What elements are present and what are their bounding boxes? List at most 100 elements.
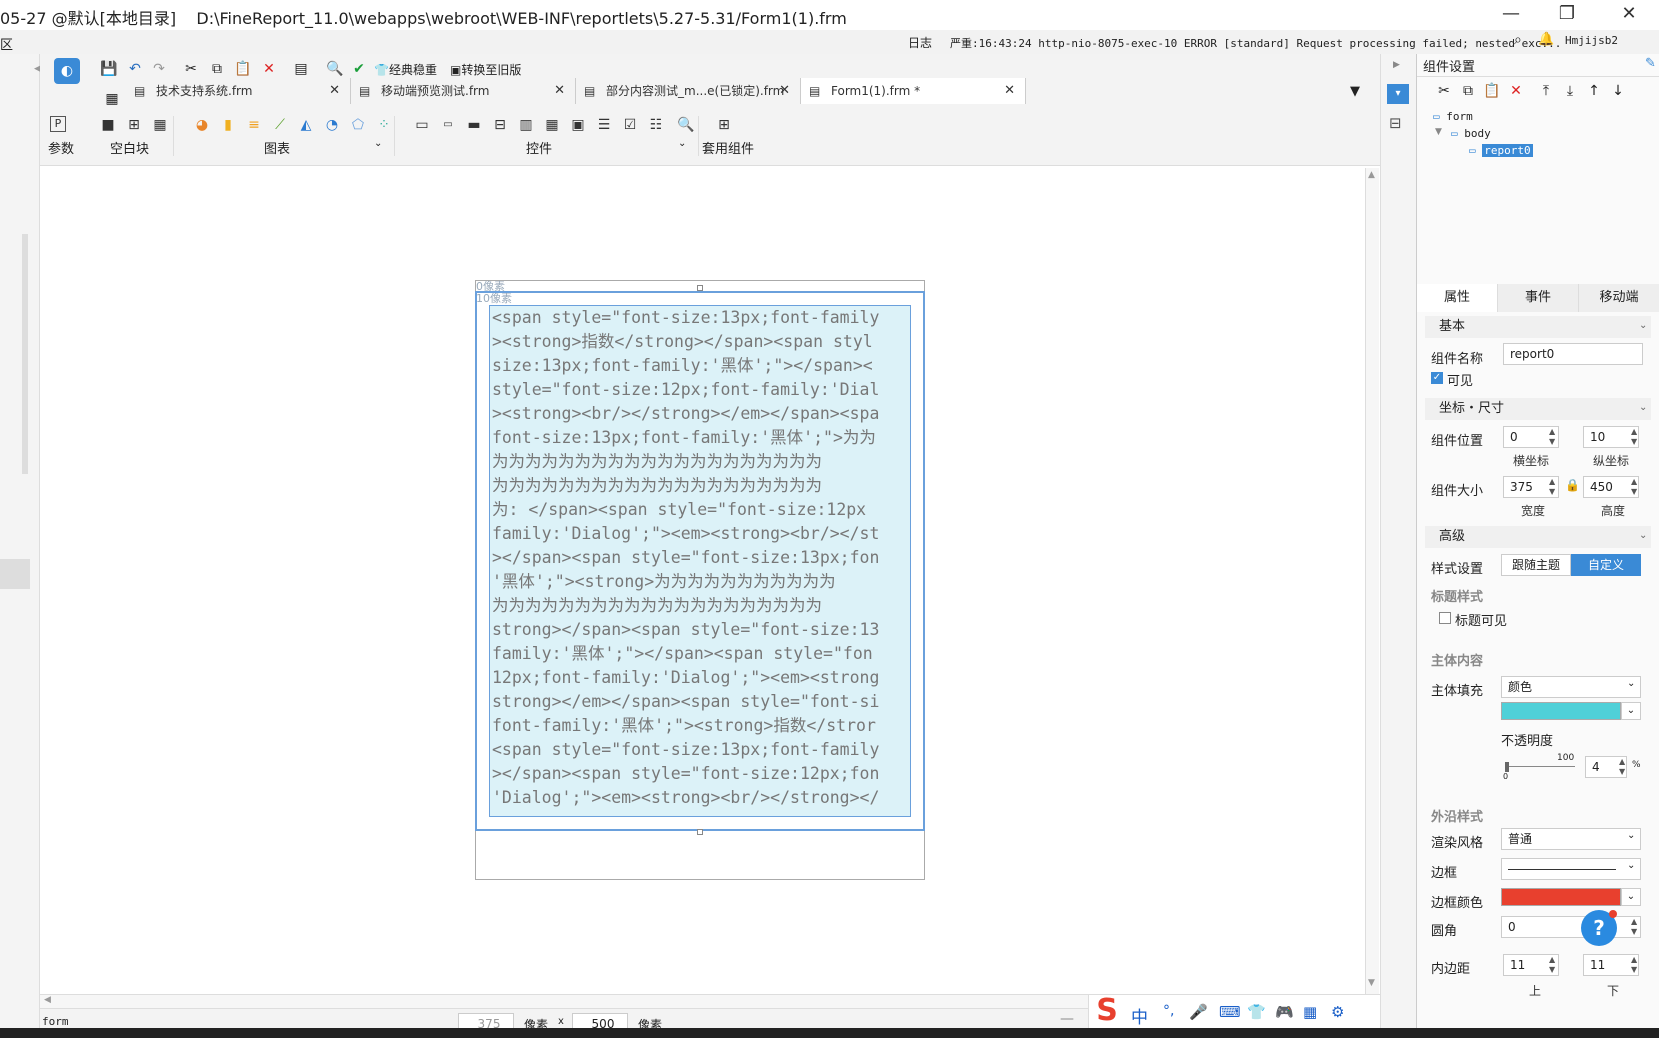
redo-icon[interactable]: ↷: [148, 58, 170, 80]
cut-icon[interactable]: ✂: [1433, 80, 1455, 102]
section-basic[interactable]: 基本: [1425, 316, 1651, 338]
delete-icon[interactable]: ✕: [1505, 80, 1527, 102]
resize-handle-bottom[interactable]: [697, 829, 703, 835]
scroll-left-icon[interactable]: ◀: [44, 995, 51, 1005]
close-tab-icon[interactable]: ✕: [329, 78, 340, 104]
expand-panel-icon[interactable]: ▶: [1393, 60, 1400, 70]
designer-logo-icon[interactable]: ◐: [54, 58, 80, 84]
scroll-up-icon[interactable]: ▲: [1368, 170, 1375, 180]
delete-icon[interactable]: ✕: [258, 58, 280, 80]
close-button[interactable]: ✕: [1606, 0, 1652, 30]
line-chart-icon[interactable]: ⟋: [268, 114, 292, 136]
width-spinner[interactable]: ▲ ▼: [1549, 477, 1555, 497]
move-down-icon[interactable]: ↓: [1607, 80, 1629, 102]
cut-icon[interactable]: ✂: [180, 58, 202, 80]
left-panel-tab[interactable]: [0, 559, 30, 589]
canvas-vertical-scrollbar[interactable]: ▲ ▼: [1365, 168, 1379, 994]
resize-handle-top[interactable]: [697, 285, 703, 291]
calendar-icon[interactable]: ▦: [540, 114, 564, 136]
checkbox-group-icon[interactable]: ☑: [618, 114, 642, 136]
chart-expand-icon[interactable]: ⌄: [374, 138, 382, 149]
style-custom-button[interactable]: 自定义: [1571, 554, 1641, 576]
horizontal-bar-icon[interactable]: ≡: [242, 114, 266, 136]
list-widget-icon[interactable]: ☰: [592, 114, 616, 136]
position-x-spinner[interactable]: ▲ ▼: [1549, 427, 1555, 447]
scroll-down-icon[interactable]: ▼: [1368, 978, 1375, 988]
image-widget-icon[interactable]: ▣: [566, 114, 590, 136]
padding-bottom-spinner[interactable]: ▲ ▼: [1631, 955, 1637, 975]
tab-events[interactable]: 事件: [1498, 284, 1579, 312]
radar-chart-icon[interactable]: ⬠: [346, 114, 370, 136]
chevron-down-icon[interactable]: ⌄: [1621, 702, 1641, 720]
close-tab-icon[interactable]: ✕: [554, 78, 565, 104]
corner-radius-input[interactable]: 0: [1501, 916, 1641, 938]
move-bottom-icon[interactable]: ⤓: [1559, 80, 1581, 102]
log-message[interactable]: 严重:16:43:24 http-nio-8075-exec-10 ERROR …: [950, 35, 1560, 51]
border-style-select[interactable]: [1501, 858, 1641, 880]
chevron-down-icon[interactable]: ⌄: [1627, 860, 1635, 871]
text-field-icon[interactable]: ▭: [436, 114, 460, 136]
zoom-out-icon[interactable]: —: [1060, 1011, 1074, 1027]
tab-layout-icon[interactable]: ▦: [148, 114, 172, 136]
title-visible-checkbox[interactable]: [1439, 612, 1451, 624]
report-widget-content[interactable]: <span style="font-size:13px;font-family >…: [489, 305, 911, 817]
suite-component-icon[interactable]: ⊞: [712, 114, 736, 136]
preview-icon[interactable]: ▤: [290, 58, 312, 80]
style-follow-theme-button[interactable]: 跟随主题: [1501, 554, 1571, 576]
tab-tech-support[interactable]: ▤ 技术支持系统.frm ✕: [126, 78, 351, 104]
toolbox-icon[interactable]: ▦: [1303, 1003, 1317, 1021]
copy-icon[interactable]: ⧉: [1457, 80, 1479, 102]
close-tab-icon[interactable]: ✕: [1004, 78, 1015, 104]
component-settings-icon[interactable]: ▾: [1387, 84, 1409, 104]
position-y-spinner[interactable]: ▲ ▼: [1631, 427, 1637, 447]
sogou-logo-icon[interactable]: S: [1089, 993, 1125, 1031]
tree-node-report[interactable]: ▭ report0: [1469, 144, 1533, 157]
height-spinner[interactable]: ▲ ▼: [1631, 477, 1637, 497]
minimize-button[interactable]: —: [1488, 0, 1534, 30]
chevron-down-icon[interactable]: ⌄: [1627, 830, 1635, 841]
collapse-icon[interactable]: ⌄: [1639, 530, 1647, 541]
copy-icon[interactable]: ⧉: [206, 58, 228, 80]
collapse-icon[interactable]: ⌄: [1639, 320, 1647, 331]
collapse-icon[interactable]: ⌄: [1639, 402, 1647, 413]
layout-panel-icon[interactable]: ⊟: [1389, 114, 1402, 132]
control-expand-icon[interactable]: ⌄: [678, 138, 686, 149]
skin-icon[interactable]: 👕: [1247, 1003, 1266, 1021]
paste-icon[interactable]: 📋: [232, 58, 254, 80]
tab-partial-content[interactable]: ▤ 部分内容测试_m...e(已锁定).frm ✕: [576, 78, 801, 104]
chevron-down-icon[interactable]: ⌄: [1627, 678, 1635, 689]
tree-node-form[interactable]: ▭ form: [1433, 110, 1473, 123]
search-icon[interactable]: ⌕: [1514, 32, 1522, 48]
combo-box-icon[interactable]: ⊟: [488, 114, 512, 136]
opacity-slider-track[interactable]: [1505, 766, 1575, 767]
padding-top-spinner[interactable]: ▲ ▼: [1549, 955, 1555, 975]
game-icon[interactable]: 🎮: [1275, 1003, 1294, 1021]
move-up-icon[interactable]: ↑: [1583, 80, 1605, 102]
undo-icon[interactable]: ↶: [124, 58, 146, 80]
close-tab-icon[interactable]: ✕: [779, 78, 790, 104]
search-replace-icon[interactable]: 🔍: [324, 58, 346, 80]
radio-group-icon[interactable]: ☷: [644, 114, 668, 136]
bell-icon[interactable]: 🔔: [1538, 32, 1554, 47]
visible-checkbox[interactable]: ✓: [1431, 372, 1443, 384]
lock-icon[interactable]: 🔒: [1565, 478, 1580, 492]
log-label[interactable]: 日志: [908, 34, 932, 51]
microphone-icon[interactable]: 🎤: [1189, 1003, 1208, 1021]
tree-expand-icon[interactable]: ▼: [1435, 127, 1442, 137]
user-name[interactable]: Hmjijsb2: [1565, 34, 1618, 47]
tab-form1[interactable]: ▤ Form1(1).frm * ✕: [801, 78, 1026, 104]
ime-punctuation[interactable]: °,: [1163, 1003, 1174, 1019]
fill-type-select[interactable]: 颜色: [1501, 676, 1641, 698]
ime-chinese-mode[interactable]: 中: [1131, 1003, 1148, 1028]
save-icon[interactable]: 💾: [98, 58, 120, 80]
chevron-down-icon[interactable]: ⌄: [1621, 888, 1641, 906]
scatter-chart-icon[interactable]: ⁘: [372, 114, 396, 136]
opacity-slider-thumb[interactable]: [1505, 762, 1509, 772]
gauge-chart-icon[interactable]: ◔: [320, 114, 344, 136]
check-icon[interactable]: ✔: [348, 58, 370, 80]
number-field-icon[interactable]: ▬: [462, 114, 486, 136]
tab-properties[interactable]: 属性: [1417, 284, 1498, 312]
keyboard-icon[interactable]: ⌨: [1219, 1003, 1241, 1021]
template-list-icon[interactable]: ▦: [100, 86, 124, 112]
section-advanced[interactable]: 高级: [1425, 526, 1651, 548]
